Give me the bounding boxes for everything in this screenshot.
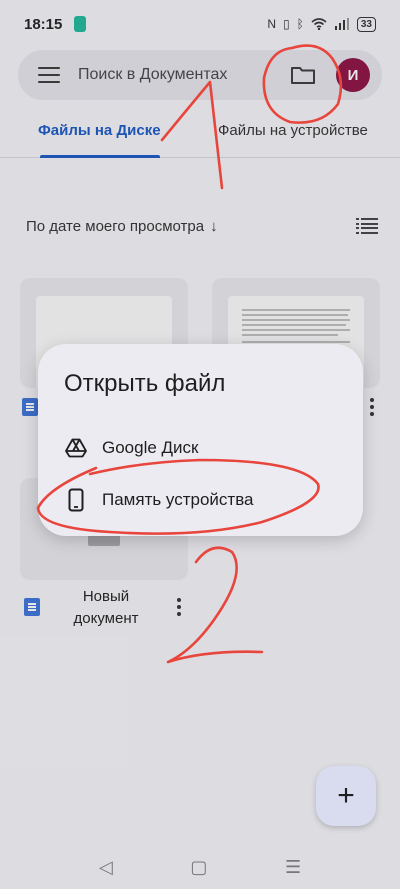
option-label: Google Диск — [102, 438, 199, 457]
system-nav-bar: ◁ ▢ ☰ — [0, 845, 400, 889]
option-google-drive[interactable]: Google Диск — [38, 424, 363, 472]
recents-icon[interactable]: ☰ — [285, 857, 301, 878]
google-drive-icon — [64, 436, 88, 460]
create-new-button[interactable]: + — [316, 766, 376, 826]
option-label: Память устройства — [102, 490, 254, 509]
open-file-dialog: Открыть файл Google Диск Память устройст… — [38, 344, 363, 536]
back-icon[interactable]: ◁ — [99, 857, 113, 878]
home-icon[interactable]: ▢ — [190, 857, 207, 878]
option-device-storage[interactable]: Память устройства — [38, 476, 363, 524]
dialog-title: Открыть файл — [64, 370, 226, 397]
phone-icon — [64, 488, 88, 512]
